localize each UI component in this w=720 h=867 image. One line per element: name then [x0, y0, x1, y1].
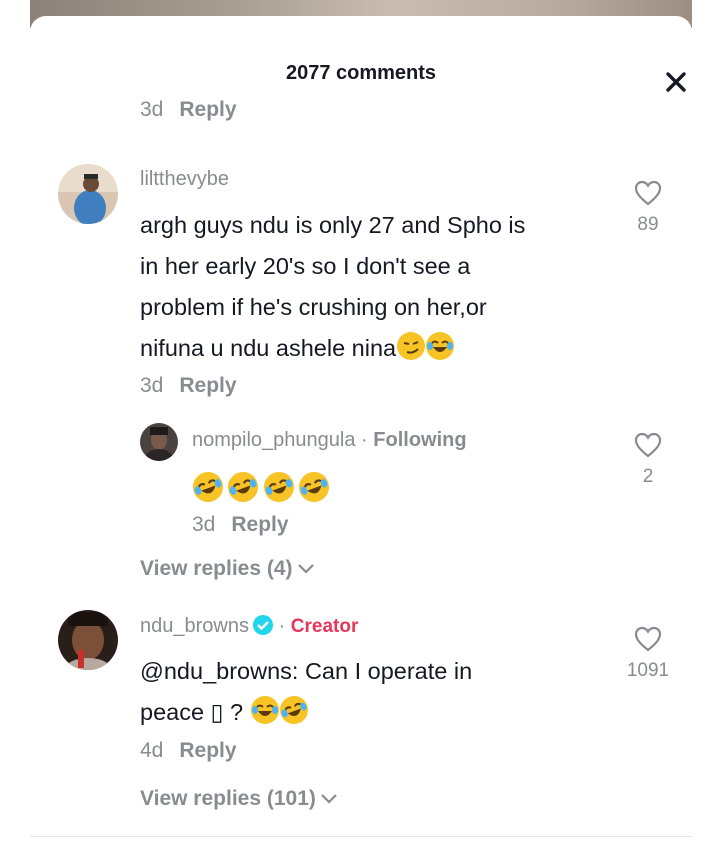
like-button[interactable]: 2 — [618, 432, 678, 488]
comment-username[interactable]: liltthevybe — [140, 168, 229, 191]
comment-time: 3d — [192, 513, 216, 536]
comment-time: 3d — [140, 374, 164, 397]
creator-label: Creator — [290, 616, 359, 637]
view-replies-button[interactable]: View replies (4) — [140, 557, 315, 581]
heart-outline-icon[interactable] — [634, 432, 662, 458]
chevron-down-icon — [297, 564, 314, 575]
comment-time: 3d — [140, 98, 164, 121]
divider — [30, 836, 692, 837]
separator-dot: · — [278, 615, 286, 637]
rofl-emoji — [224, 467, 263, 507]
verified-badge-icon — [252, 615, 273, 635]
comment-meta: 4d Reply — [140, 739, 237, 763]
reply-username-line: nompilo_phungula · Following — [192, 429, 467, 452]
smirk-emoji — [397, 332, 426, 360]
comment-meta: 3d Reply — [140, 374, 237, 398]
heart-outline-icon[interactable] — [634, 626, 662, 652]
heart-outline-icon[interactable] — [634, 180, 662, 206]
like-button[interactable]: 89 — [618, 180, 678, 236]
reply-emoji-row — [188, 467, 334, 507]
comment-line: in her early 20's so I don't see a — [140, 253, 471, 279]
like-count: 2 — [642, 466, 654, 487]
like-count: 1091 — [626, 660, 670, 681]
reply-button[interactable]: Reply — [231, 513, 288, 536]
rofl-emoji — [188, 467, 228, 507]
rofl-emoji — [295, 467, 334, 507]
view-replies-button[interactable]: View replies (101) — [140, 787, 338, 811]
comment-line: argh guys ndu is only 27 and Spho is — [140, 212, 526, 238]
username-text[interactable]: ndu_browns — [140, 615, 249, 637]
view-replies-label[interactable]: View replies (4) — [140, 557, 293, 580]
following-label: Following — [373, 429, 467, 451]
username-text[interactable]: liltthevybe — [140, 168, 229, 190]
comment-line: peace ▯ ? — [140, 692, 472, 733]
chevron-down-icon — [321, 794, 337, 805]
like-count: 89 — [637, 214, 659, 235]
avatar[interactable] — [140, 423, 178, 461]
comment-username-line: ndu_browns · Creator — [140, 615, 358, 638]
reply-button[interactable]: Reply — [179, 739, 236, 762]
top-comment-meta: 3d Reply — [140, 98, 237, 122]
comment-line: @ndu_browns: Can I operate in — [140, 658, 473, 684]
comment-line: nifuna u ndu ashele nina — [140, 328, 525, 369]
like-button[interactable]: 1091 — [618, 626, 678, 682]
rofl-emoji — [259, 467, 299, 507]
joy-emoji — [426, 332, 455, 360]
comment-line-text: nifuna u ndu ashele nina — [140, 335, 397, 361]
separator-dot: · — [361, 429, 368, 451]
close-icon[interactable] — [664, 70, 688, 94]
view-replies-label[interactable]: View replies (101) — [140, 787, 316, 810]
comment-line: problem if he's crushing on her,or — [140, 294, 487, 320]
comment-text: argh guys ndu is only 27 and Spho is in … — [140, 205, 525, 369]
avatar[interactable] — [58, 164, 118, 224]
comment-text: @ndu_browns: Can I operate in peace ▯ ? — [140, 651, 472, 733]
comments-count-title: 2077 comments — [285, 62, 437, 84]
reply-button[interactable]: Reply — [179, 98, 236, 121]
joy-emoji — [250, 696, 279, 724]
reply-button[interactable]: Reply — [179, 374, 236, 397]
comment-time: 4d — [140, 739, 164, 762]
reply-meta: 3d Reply — [192, 513, 289, 537]
avatar[interactable] — [58, 610, 118, 670]
username-text[interactable]: nompilo_phungula — [192, 429, 355, 451]
rofl-emoji — [275, 692, 312, 728]
comment-line-text: peace ▯ ? — [140, 699, 244, 725]
